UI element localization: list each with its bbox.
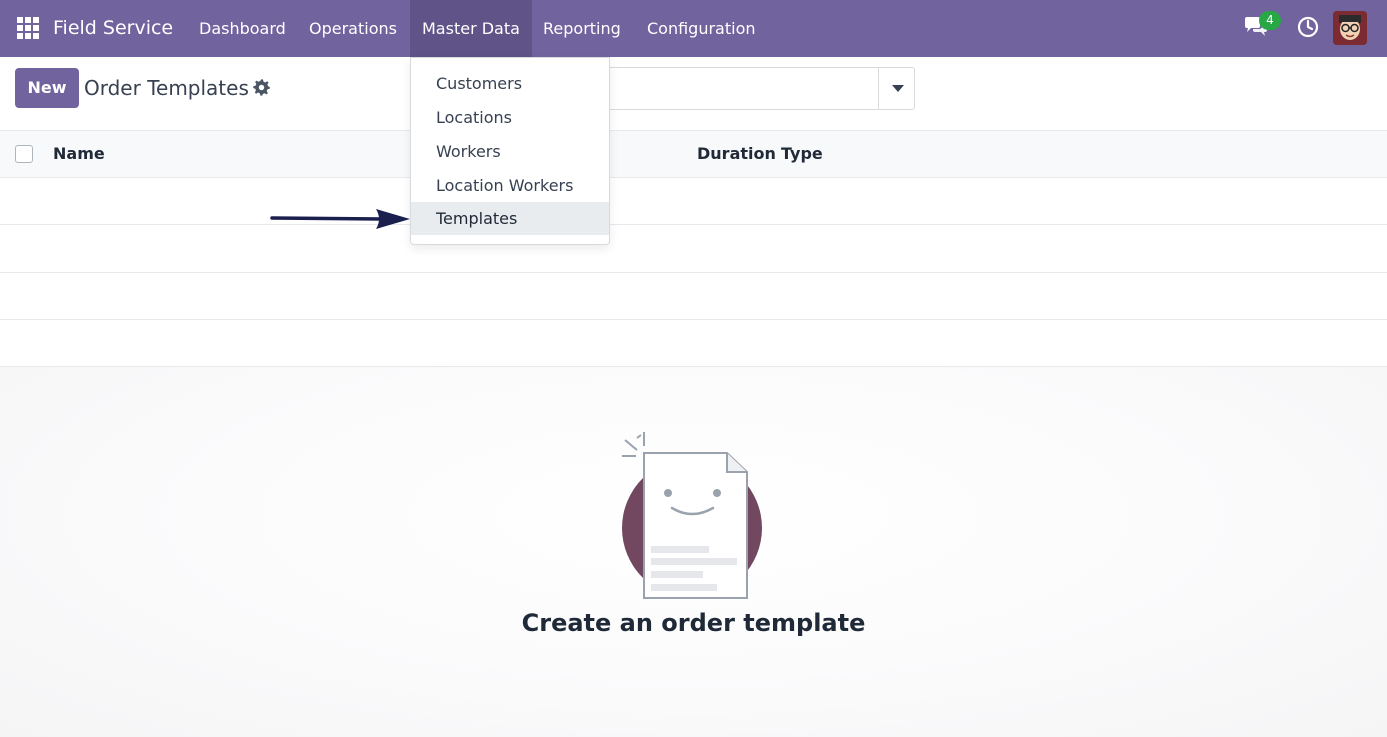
- empty-document-illustration: [622, 432, 762, 599]
- menu-dashboard[interactable]: Dashboard: [187, 0, 298, 57]
- apps-grid-icon[interactable]: [17, 17, 39, 39]
- master-data-dropdown: Customers Locations Workers Location Wor…: [410, 57, 610, 245]
- dropdown-item-templates[interactable]: Templates: [411, 202, 609, 235]
- list-header: [0, 130, 1387, 178]
- dropdown-item-location-workers[interactable]: Location Workers: [411, 169, 609, 202]
- new-button[interactable]: New: [15, 68, 79, 108]
- gear-icon[interactable]: [253, 79, 270, 96]
- menu-master-data[interactable]: Master Data: [410, 0, 532, 57]
- search-input[interactable]: [600, 67, 915, 110]
- dropdown-item-workers[interactable]: Workers: [411, 135, 609, 168]
- column-type[interactable]: Type: [781, 143, 823, 165]
- search-options-toggle[interactable]: [878, 67, 915, 110]
- pointer-arrow-icon: [270, 209, 410, 229]
- column-duration[interactable]: Duration: [697, 143, 776, 165]
- clock-icon[interactable]: [1297, 16, 1319, 38]
- menu-operations[interactable]: Operations: [297, 0, 409, 57]
- menu-reporting[interactable]: Reporting: [531, 0, 633, 57]
- dropdown-item-customers[interactable]: Customers: [411, 67, 609, 100]
- column-name[interactable]: Name: [53, 143, 105, 165]
- empty-state-title: Create an order template: [521, 609, 866, 637]
- chat-count-badge: 4: [1259, 11, 1281, 30]
- dropdown-item-locations[interactable]: Locations: [411, 101, 609, 134]
- page-title: Order Templates: [84, 76, 249, 100]
- app-brand[interactable]: Field Service: [53, 14, 173, 42]
- avatar[interactable]: [1333, 11, 1367, 45]
- row-divider: [0, 272, 1387, 273]
- menu-configuration[interactable]: Configuration: [635, 0, 768, 57]
- row-divider: [0, 224, 1387, 225]
- select-all-checkbox[interactable]: [15, 145, 33, 163]
- row-divider: [0, 319, 1387, 320]
